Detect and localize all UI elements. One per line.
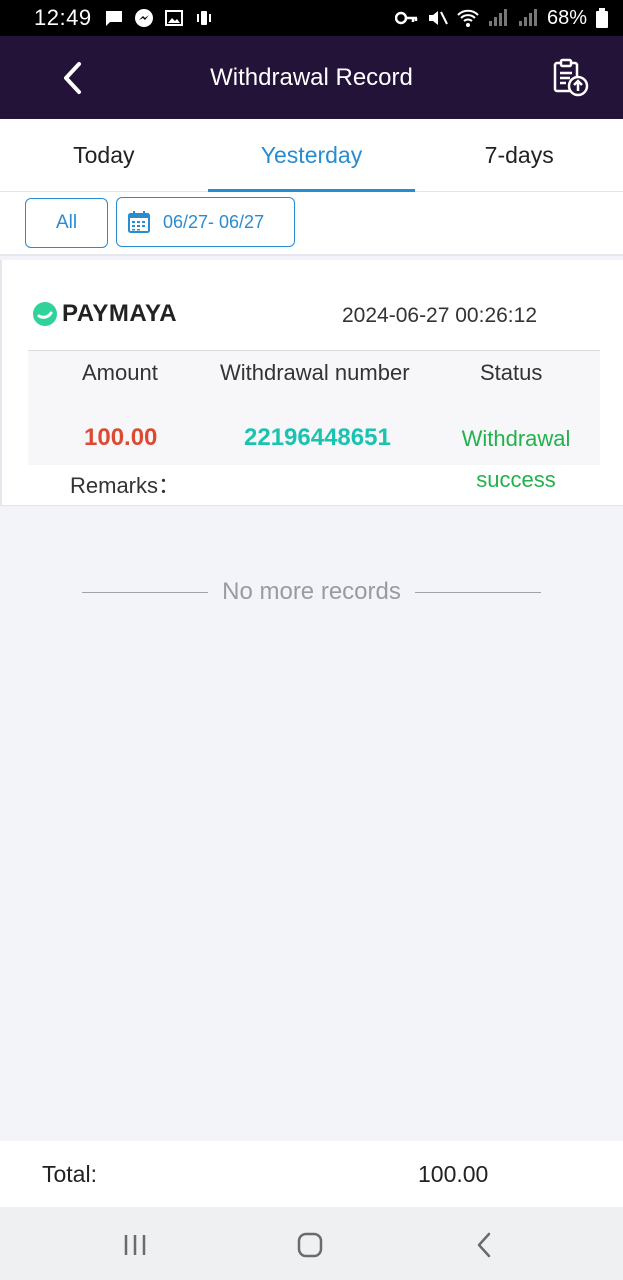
no-more-records: No more records: [0, 578, 623, 606]
app-header: Withdrawal Record: [0, 36, 623, 119]
amount-header: Amount: [82, 360, 158, 385]
gallery-icon: [164, 10, 183, 26]
withdrawal-number-header: Withdrawal number: [220, 360, 410, 385]
battery-icon: [596, 8, 608, 28]
status-header: Status: [480, 360, 543, 385]
all-filter-button[interactable]: All: [25, 198, 108, 248]
status-bar: 12:49 68%: [0, 0, 623, 36]
tab-today[interactable]: Today: [0, 119, 208, 191]
date-range-label: 06/27- 06/27: [163, 211, 265, 232]
system-nav-bar: [0, 1207, 623, 1280]
home-button[interactable]: [290, 1225, 330, 1265]
upload-record-button[interactable]: [547, 54, 593, 100]
message-icon: [105, 11, 122, 26]
wifi-icon: [457, 9, 479, 27]
notification-icons: [104, 8, 214, 28]
calendar-icon: [128, 211, 150, 233]
total-value: 100.00: [418, 1161, 489, 1187]
status-value-line2: success: [476, 467, 556, 492]
tab-yesterday[interactable]: Yesterday: [207, 119, 416, 192]
signal-icon-2: [518, 9, 537, 26]
provider-brand: PAYMAYA: [32, 300, 177, 328]
divider-left: [82, 591, 209, 593]
provider-name: PAYMAYA: [62, 300, 178, 327]
date-tabs: Today Yesterday 7-days: [0, 119, 623, 192]
clipboard-upload-icon: [553, 58, 589, 97]
withdrawal-record-card[interactable]: PAYMAYA 2024-06-27 00:26:12 Amount Withd…: [0, 260, 623, 506]
date-range-button[interactable]: 06/27- 06/27: [116, 197, 295, 247]
messenger-icon: [134, 9, 153, 27]
paymaya-logo-icon: [33, 302, 57, 326]
nav-back-icon: [477, 1232, 491, 1258]
page-title: Withdrawal Record: [210, 63, 413, 91]
chevron-left-icon: [64, 62, 81, 94]
status-value: Withdrawal: [461, 426, 571, 451]
total-label: Total:: [42, 1161, 97, 1187]
nav-back-button[interactable]: [464, 1225, 504, 1265]
mute-icon: [428, 11, 448, 25]
system-icons: 68%: [394, 6, 609, 30]
recent-apps-button[interactable]: [115, 1225, 155, 1265]
key-icon: [394, 11, 418, 25]
divider-right: [414, 591, 541, 593]
no-more-records-text: No more records: [222, 578, 401, 605]
recent-apps-icon: [124, 1235, 146, 1255]
home-icon: [297, 1232, 323, 1258]
withdrawal-number-value: 22196448651: [244, 424, 391, 451]
remarks-label: Remarks：: [70, 473, 181, 498]
status-time: 12:49: [34, 5, 92, 30]
tab-7-days[interactable]: 7-days: [415, 119, 623, 191]
signal-icon: [488, 9, 507, 26]
total-bar: Total: 100.00: [0, 1141, 623, 1207]
vibrate-icon: [196, 11, 211, 25]
back-button[interactable]: [52, 58, 92, 98]
filter-bar: All 06/27- 06/27: [0, 192, 623, 256]
amount-value: 100.00: [84, 424, 158, 451]
battery-percent: 68%: [546, 6, 587, 29]
record-datetime: 2024-06-27 00:26:12: [342, 304, 537, 327]
